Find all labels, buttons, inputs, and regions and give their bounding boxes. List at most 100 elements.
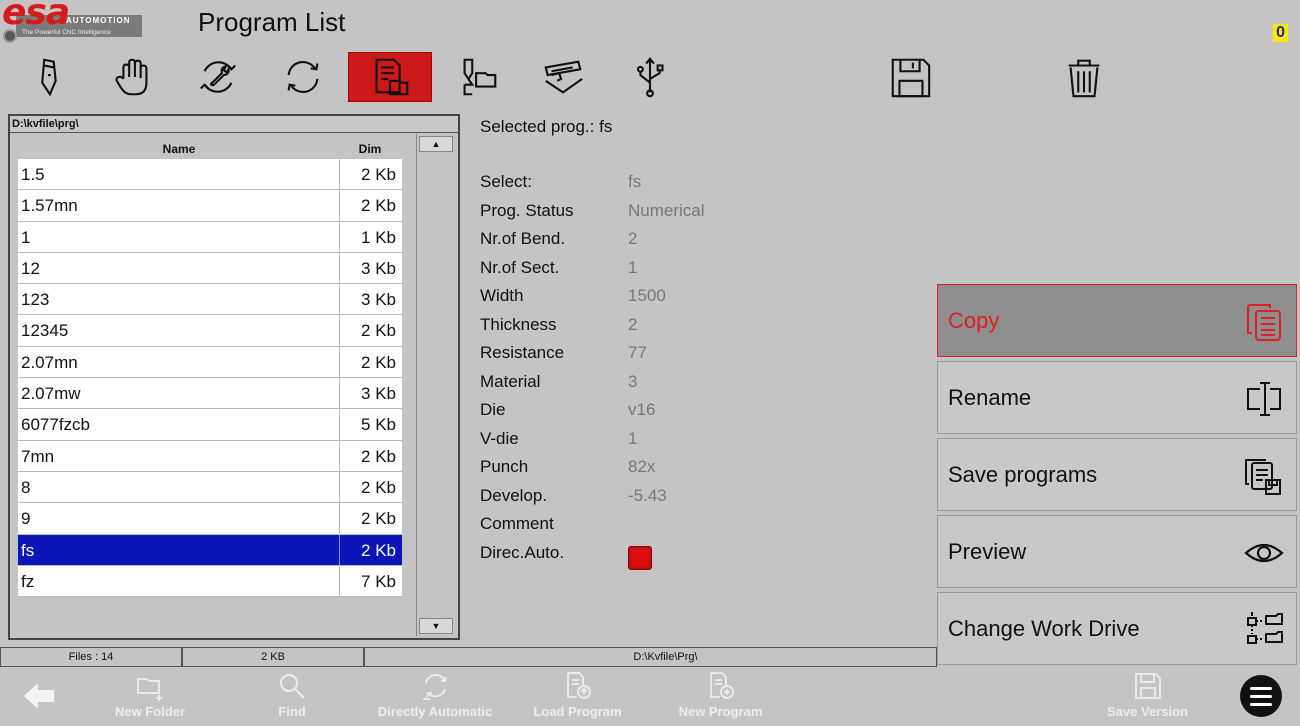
file-row[interactable]: 9 2 Kb — [18, 503, 402, 535]
detail-value: fs — [628, 172, 642, 191]
new-folder-label: New Folder — [114, 704, 186, 719]
detail-label: Material — [480, 371, 541, 391]
toolbar-press-button[interactable] — [521, 52, 605, 102]
file-row[interactable]: 1.57mn 2 Kb — [18, 190, 402, 222]
file-row[interactable]: 1 1 Kb — [18, 221, 402, 253]
file-name: 1 — [18, 221, 340, 252]
status-bar: Files : 14 2 KB D:\Kvfile\Prg\ — [0, 647, 937, 667]
file-name: 1.57mn — [18, 190, 340, 221]
search-icon — [280, 674, 305, 699]
find-button[interactable]: Find — [252, 667, 332, 726]
rename-button[interactable]: Rename — [937, 361, 1297, 434]
toolbar-refresh-button[interactable] — [261, 52, 345, 102]
new-program-button[interactable]: New Program — [673, 667, 768, 726]
tooling-icon — [463, 58, 497, 96]
directly-automatic-label: Directly Automatic — [377, 704, 493, 719]
hamburger-menu-icon[interactable] — [1240, 675, 1282, 717]
file-list-path: D:\kvfile\prg\ — [10, 116, 458, 133]
detail-value — [628, 543, 652, 572]
detail-label: Nr.of Bend. — [480, 229, 566, 248]
scroll-up-arrow-icon[interactable]: ▲ — [419, 136, 453, 152]
toolbar-pencil-button[interactable] — [6, 52, 90, 102]
change-drive-icon — [1247, 612, 1283, 644]
file-dim: 2 Kb — [361, 446, 396, 466]
file-row[interactable]: fz 7 Kb — [18, 565, 402, 598]
detail-value: 1 — [628, 257, 638, 277]
new-folder-button[interactable]: New Folder — [105, 667, 195, 726]
toolbar-program-list-button[interactable] — [348, 52, 432, 102]
detail-label: Punch — [480, 457, 529, 476]
file-row[interactable]: 6077fzcb 5 Kb — [18, 409, 402, 441]
copy-button[interactable]: Copy — [937, 284, 1297, 357]
detail-row: Prog. Status Numerical — [480, 201, 705, 230]
file-list-scrollbar[interactable]: ▲ ▼ — [416, 134, 456, 636]
file-name: 2.07mw — [18, 378, 340, 409]
file-row[interactable]: 2.07mw 3 Kb — [18, 378, 402, 410]
file-row[interactable]: 8 2 Kb — [18, 471, 402, 504]
save-programs-button[interactable]: Save programs — [937, 438, 1297, 511]
file-dim: 2 Kb — [361, 352, 396, 372]
detail-value: 82x — [628, 457, 656, 476]
file-dim: 5 Kb — [361, 415, 396, 435]
scroll-down-arrow-icon[interactable]: ▼ — [419, 618, 453, 634]
program-list-icon — [375, 58, 409, 96]
preview-button-label: Preview — [948, 538, 1027, 564]
detail-value: 2 — [628, 314, 638, 334]
toolbar-setup-button[interactable] — [176, 52, 260, 102]
file-dim: 3 Kb — [361, 290, 396, 310]
new-program-label: New Program — [678, 704, 763, 719]
file-dim: 7 Kb — [361, 571, 396, 591]
detail-value: 1500 — [628, 286, 666, 305]
file-name: 6077fzcb — [18, 409, 340, 440]
file-row[interactable]: 1.5 2 Kb — [18, 159, 402, 191]
save-version-button[interactable]: Save Version — [1100, 667, 1195, 726]
file-dim: 2 Kb — [361, 196, 396, 216]
detail-label: Thickness — [480, 314, 557, 334]
detail-label: Select: — [480, 172, 532, 191]
toolbar-save-button[interactable] — [868, 52, 952, 102]
toolbar-manual-button[interactable] — [91, 52, 175, 102]
press-brake-icon — [544, 60, 583, 94]
file-row[interactable]: 12 3 Kb — [18, 252, 402, 285]
file-dim: 1 Kb — [361, 227, 396, 247]
directly-automatic-button[interactable]: Directly Automatic — [375, 667, 495, 726]
selected-program-value: fs — [599, 117, 613, 136]
toolbar-delete-button[interactable] — [1042, 52, 1126, 102]
detail-label: Develop. — [480, 485, 548, 505]
toolbar-tooling-button[interactable] — [436, 52, 520, 102]
back-arrow-icon[interactable] — [22, 681, 56, 711]
refresh-icon — [287, 60, 319, 94]
detail-value: 77 — [628, 343, 647, 362]
detail-row: Thickness 2 — [480, 315, 705, 344]
file-row[interactable]: fs 2 Kb — [18, 534, 402, 566]
file-dim: 2 Kb — [361, 477, 396, 497]
selected-program-label: Selected prog.: — [480, 117, 595, 136]
change-work-drive-button[interactable]: Change Work Drive — [937, 592, 1297, 665]
direc-auto-status-indicator — [628, 545, 652, 570]
detail-label: Die — [480, 400, 506, 419]
toolbar-usb-button[interactable] — [608, 52, 692, 102]
detail-row: Select: fs — [480, 172, 705, 201]
esa-logo: esa AUTOMOTION The Powerful CNC Intellig… — [0, 0, 145, 44]
eye-icon — [1244, 543, 1284, 563]
detail-row: Comment — [480, 514, 705, 543]
file-row[interactable]: 123 3 Kb — [18, 284, 402, 316]
copy-icon — [1247, 304, 1281, 341]
file-row[interactable]: 2.07mn 2 Kb — [18, 346, 402, 379]
column-header-dim[interactable]: Dim — [340, 140, 400, 159]
preview-button[interactable]: Preview — [937, 515, 1297, 588]
find-label: Find — [278, 704, 306, 719]
file-name: fz — [18, 565, 340, 597]
file-row[interactable]: 12345 2 Kb — [18, 315, 402, 347]
program-details: Select: fs Prog. Status Numerical Nr.of Bend… — [480, 172, 705, 571]
file-dim: 2 Kb — [361, 165, 396, 184]
file-dim: 3 Kb — [361, 258, 396, 278]
column-header-name[interactable]: Name — [18, 140, 340, 159]
detail-row: Nr.of Sect. 1 — [480, 258, 705, 287]
status-path: D:\Kvfile\Prg\ — [364, 647, 937, 667]
file-list: 1.5 2 Kb 1.57mn 2 Kb 1 1 Kb 12 3 Kb 123 3 Kb 12345… — [18, 159, 402, 598]
file-row[interactable]: 7mn 2 Kb — [18, 440, 402, 472]
bottom-navigation: New Folder Find Directly Automatic Load … — [0, 667, 1300, 726]
detail-row: Direc.Auto. — [480, 543, 705, 572]
load-program-button[interactable]: Load Program — [530, 667, 625, 726]
